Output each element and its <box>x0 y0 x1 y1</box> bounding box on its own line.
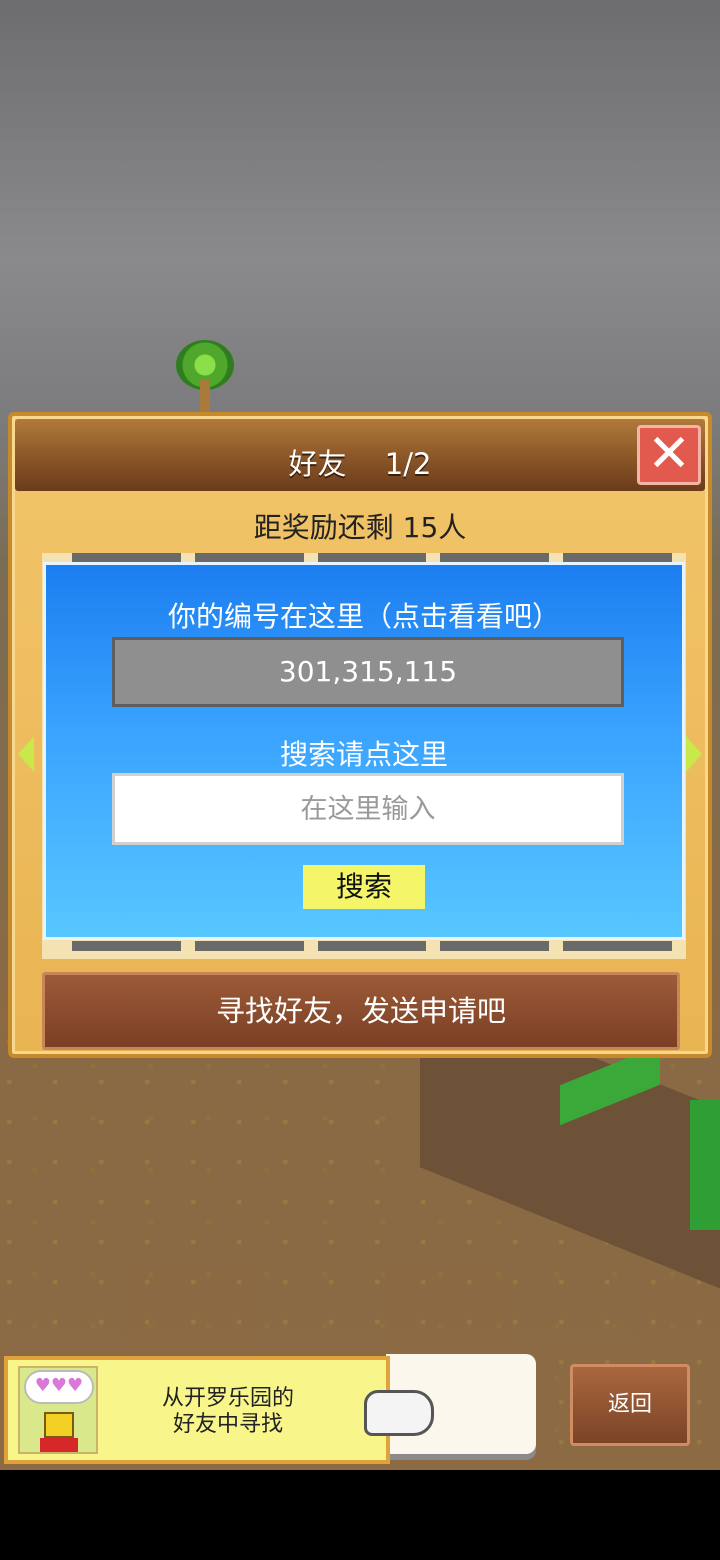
robot-head <box>44 1412 74 1438</box>
panel-tab-strip-bottom <box>72 941 672 951</box>
invite-text-line2: 好友中寻找 <box>172 1412 283 1437</box>
tab-slot <box>440 941 550 951</box>
search-button[interactable]: 搜索 <box>303 865 425 909</box>
chevron-right-icon[interactable] <box>686 736 702 772</box>
invite-text-line1: 从开罗乐园的 <box>161 1386 294 1411</box>
grass-edge <box>690 1100 720 1230</box>
find-from-kairo-friends-card[interactable]: ♥♥♥ 从开罗乐园的 好友中寻找 <box>4 1356 434 1464</box>
pointing-hand-icon <box>364 1390 434 1436</box>
hearts-bubble: ♥♥♥ <box>24 1370 94 1404</box>
reward-progress-text: 距奖励还剩 15人 <box>253 511 467 544</box>
search-input[interactable] <box>112 773 624 845</box>
player-id-display[interactable]: 301,315,115 <box>112 637 624 707</box>
palm-trunk <box>200 380 210 412</box>
dialog-title: 好友 1/2 <box>288 447 432 481</box>
tab-slot <box>194 941 304 951</box>
tab-slot <box>72 941 181 951</box>
close-button[interactable]: ✕ <box>637 425 701 485</box>
tab-slot <box>317 941 427 951</box>
system-nav-bar <box>0 1470 720 1560</box>
avatar: ♥♥♥ <box>18 1366 98 1454</box>
robot-body <box>40 1438 78 1452</box>
friend-search-panel: 你的编号在这里（点击看看吧） 301,315,115 搜索请点这里 搜索 <box>43 562 685 940</box>
player-id-label: 你的编号在这里（点击看看吧） <box>167 600 560 633</box>
friends-dialog: 好友 1/2 ✕ 距奖励还剩 15人 你的编号在这里（点击看看吧） 301,31… <box>8 412 712 1058</box>
tab-slot <box>563 941 672 951</box>
find-friends-button[interactable]: 寻找好友，发送申请吧 <box>42 972 680 1050</box>
chevron-left-icon[interactable] <box>18 736 34 772</box>
back-button[interactable]: 返回 <box>570 1364 690 1446</box>
game-world-background: 好友 1/2 ✕ 距奖励还剩 15人 你的编号在这里（点击看看吧） 301,31… <box>0 0 720 1470</box>
dialog-header: 好友 1/2 ✕ <box>15 419 705 491</box>
invite-text: 从开罗乐园的 好友中寻找 <box>128 1386 328 1438</box>
search-label: 搜索请点这里 <box>279 738 448 771</box>
palm-tree <box>176 340 234 412</box>
close-icon: ✕ <box>647 424 691 484</box>
